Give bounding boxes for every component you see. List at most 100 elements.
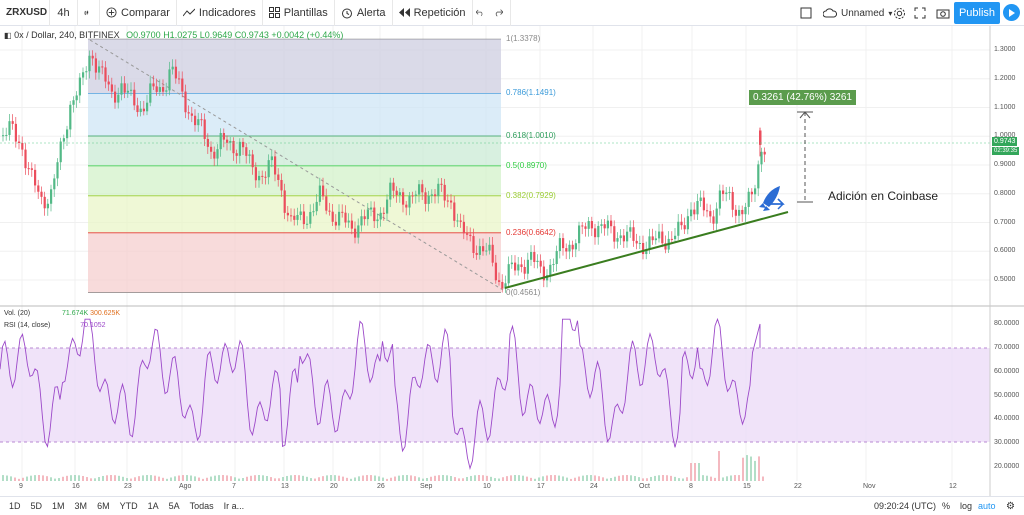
candle-body (242, 141, 245, 148)
fullscreen-toggle[interactable] (914, 0, 926, 26)
replay-button[interactable]: Repetición (393, 0, 473, 26)
candle-body (715, 208, 718, 224)
candle-body (85, 71, 88, 73)
candle-body (507, 264, 510, 284)
play-button[interactable] (1003, 4, 1020, 21)
candle-body (629, 227, 632, 232)
redo-icon (495, 9, 503, 17)
candle-body (264, 176, 267, 178)
candle-body (302, 211, 305, 225)
candle-body (11, 121, 14, 124)
range-button[interactable]: 5D (26, 501, 48, 511)
chart-area[interactable]: ◧ 0x / Dollar, 240, BITFINEX O0.9700 H1.… (0, 26, 1024, 496)
candle-body (354, 228, 357, 238)
rsi-tick: 80.0000 (994, 320, 1020, 327)
settings-icon[interactable]: ⚙ (1006, 501, 1015, 512)
candle-body (27, 168, 30, 170)
candle-body (411, 195, 414, 197)
price-tick: 1.3000 (994, 46, 1016, 53)
log-toggle[interactable]: log (960, 501, 972, 511)
alert-button[interactable]: Alerta (335, 0, 393, 26)
candle-body (334, 221, 337, 226)
range-button[interactable]: 3M (70, 501, 93, 511)
candle-body (382, 212, 385, 214)
candle-body (72, 100, 75, 105)
candle-body (75, 95, 78, 101)
candle-body (430, 194, 433, 196)
candle-body (440, 183, 443, 185)
volume-bars (2, 451, 764, 481)
compare-button[interactable]: Comparar (100, 0, 177, 26)
candle-body (373, 207, 376, 222)
candle-body (427, 195, 430, 204)
candle-body (424, 192, 427, 204)
settings-button[interactable] (893, 0, 906, 26)
legend-main: ◧ 0x / Dollar, 240, BITFINEX O0.9700 H1.… (4, 30, 343, 40)
candle-body (725, 192, 728, 195)
symbol-label: ZRXUSD (6, 7, 48, 18)
auto-toggle[interactable]: auto (978, 501, 996, 511)
candle-body (98, 66, 101, 73)
interval-button[interactable]: 4h (50, 0, 78, 26)
layout-menu[interactable]: Unnamed ▾ (823, 0, 892, 26)
candle-body (731, 191, 734, 210)
range-button[interactable]: 1D (4, 501, 26, 511)
range-button[interactable]: 1M (47, 501, 70, 511)
candle-body (459, 220, 462, 222)
candle-body (283, 190, 286, 213)
legend-high: H1.0275 (163, 30, 198, 40)
templates-button[interactable]: Plantillas (263, 0, 335, 26)
candle-body (338, 211, 341, 226)
time-axis[interactable]: 9 16 23 Ago 7 13 20 26 Sep 10 17 24 Oct 8 15 22 Nov 12 (0, 481, 990, 495)
percent-toggle[interactable]: % (942, 501, 950, 511)
candle-body (136, 105, 139, 113)
candle-body (392, 182, 395, 191)
top-toolbar: ZRXUSD 4h Comparar Indicadores Plantilla… (0, 0, 1024, 26)
candle-body (171, 66, 174, 70)
redo-button[interactable] (491, 0, 511, 26)
candle-body (398, 192, 401, 196)
candle-body (306, 223, 309, 225)
play-icon (1009, 8, 1015, 17)
candle-body (101, 66, 104, 68)
candle-body (680, 221, 683, 226)
price-tick: 0.7000 (994, 218, 1016, 226)
candle-body (222, 133, 225, 140)
candle-body (174, 66, 177, 79)
candle-body (683, 225, 686, 230)
candle-body (53, 178, 56, 190)
range-button[interactable]: 5A (164, 501, 185, 511)
candle-body (162, 87, 165, 92)
candle-body (360, 216, 363, 226)
fib-level-label: 0.236(0.6642) (506, 227, 556, 237)
date-tick: 13 (281, 483, 289, 490)
range-button[interactable]: 1A (143, 501, 164, 511)
publish-button[interactable]: Publish (954, 2, 1000, 24)
undo-button[interactable] (473, 0, 491, 26)
fullscreen-button[interactable] (800, 0, 812, 26)
candle-body (744, 206, 747, 215)
date-tick: 17 (537, 483, 545, 490)
candle-body (258, 175, 261, 181)
range-button[interactable]: YTD (115, 501, 143, 511)
indicators-button[interactable]: Indicadores (177, 0, 263, 26)
range-button[interactable]: Ir a... (219, 501, 250, 511)
symbol-search[interactable]: ZRXUSD (0, 0, 50, 26)
interval-label: 4h (57, 6, 70, 19)
chart-style-button[interactable] (78, 0, 100, 26)
collapse-icon[interactable]: ◧ (4, 31, 12, 40)
price-tick: 1.1000 (994, 103, 1016, 111)
date-tick: 8 (689, 483, 693, 490)
candle-body (277, 174, 280, 180)
fib-zone (88, 135, 501, 166)
plus-circle-icon (106, 7, 117, 18)
snapshot-button[interactable] (936, 0, 950, 26)
range-button[interactable]: 6M (92, 501, 115, 511)
range-button[interactable]: Todas (185, 501, 219, 511)
rsi-tick: 20.0000 (994, 463, 1020, 470)
candle-body (110, 84, 113, 92)
candle-body (677, 221, 680, 236)
rocket-icon[interactable] (759, 186, 780, 211)
candle-body (328, 210, 331, 212)
candle-body (610, 220, 613, 227)
